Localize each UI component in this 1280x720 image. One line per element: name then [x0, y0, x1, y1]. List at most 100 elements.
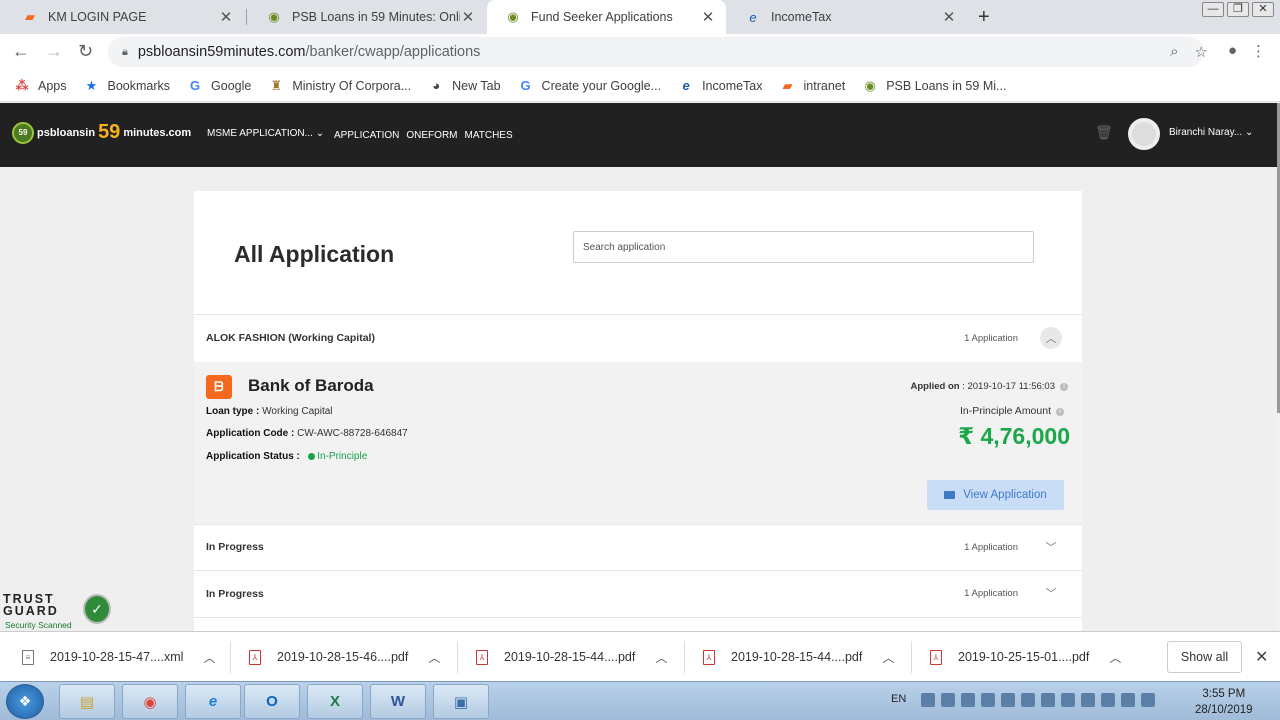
- top-nav: APPLICATION ONEFORM MATCHES: [334, 130, 513, 141]
- download-item[interactable]: ⅄ 2019-10-28-15-44....pdf ︿: [476, 632, 667, 682]
- xml-file-icon: ≡: [22, 649, 34, 665]
- trustguard-badge[interactable]: TRUST GUARD Security Scanned ✓: [0, 592, 118, 632]
- application-group-header[interactable]: In Progress 1 Application ﹀: [194, 524, 1082, 571]
- application-group-header[interactable]: ALOK FASHION (Working Capital) 1 Applica…: [194, 314, 1082, 362]
- download-filename: 2019-10-28-15-47....xml: [50, 650, 184, 664]
- nav-application[interactable]: APPLICATION: [334, 130, 399, 141]
- bookmark-star-icon[interactable]: ☆: [1195, 43, 1208, 61]
- divider: [457, 641, 458, 673]
- bookmark-create-google[interactable]: G Create your Google...: [518, 78, 661, 94]
- profile-icon[interactable]: ●: [1228, 42, 1237, 60]
- flag-icon[interactable]: [1101, 693, 1115, 707]
- tray-app-icon[interactable]: [961, 693, 975, 707]
- nav-matches[interactable]: MATCHES: [465, 130, 513, 141]
- chrome-icon[interactable]: ◉: [122, 684, 178, 719]
- avatar[interactable]: [1128, 118, 1160, 150]
- application-group-header[interactable]: [194, 617, 1082, 631]
- bookmark-intranet[interactable]: ▰ intranet: [780, 78, 846, 94]
- tray-app-icon[interactable]: [1121, 693, 1135, 707]
- excel-icon[interactable]: X: [307, 684, 363, 719]
- maximize-icon[interactable]: ❐: [1227, 2, 1249, 17]
- bookmark-ministry[interactable]: ♜ Ministry Of Corpora...: [268, 77, 412, 94]
- chevron-up-icon[interactable]: ︿: [1109, 649, 1121, 666]
- tab-title: IncomeTax: [771, 10, 832, 24]
- apps-grid-icon: ⁂: [15, 77, 29, 93]
- volume-icon[interactable]: [1061, 693, 1075, 707]
- download-item[interactable]: ⅄ 2019-10-28-15-46....pdf ︿: [249, 632, 440, 682]
- search-input[interactable]: [573, 231, 1034, 263]
- system-clock[interactable]: 3:55 PM 28/10/2019: [1195, 686, 1253, 718]
- download-item[interactable]: ≡ 2019-10-28-15-47....xml ︿: [22, 632, 215, 682]
- tray-app-icon[interactable]: [941, 693, 955, 707]
- bookmark-label: Bookmarks: [107, 78, 171, 93]
- tray-app-icon[interactable]: [1041, 693, 1055, 707]
- pdf-file-icon: ⅄: [703, 649, 715, 665]
- minimize-icon[interactable]: —: [1202, 2, 1224, 17]
- close-icon[interactable]: ✕: [700, 8, 716, 26]
- bookmark-google[interactable]: G Google: [187, 78, 251, 94]
- close-icon[interactable]: ✕: [941, 8, 957, 26]
- bookmarks-bar: ⁂ Apps ★ Bookmarks G Google ♜ Ministry Of Co…: [0, 70, 1280, 102]
- nav-oneform[interactable]: ONEFORM: [406, 130, 457, 141]
- back-icon[interactable]: ←: [12, 41, 30, 62]
- msme-application-dropdown[interactable]: MSME APPLICATION... ⌄: [207, 128, 324, 139]
- tray-app-icon[interactable]: [1141, 693, 1155, 707]
- tab-incometax[interactable]: e IncomeTax ✕: [727, 0, 967, 34]
- bookmark-incometax[interactable]: e IncomeTax: [678, 78, 762, 94]
- download-item[interactable]: ⅄ 2019-10-28-15-44....pdf ︿: [703, 632, 894, 682]
- chevron-up-icon[interactable]: ︿: [882, 649, 894, 666]
- applied-on: Applied on : 2019-10-17 11:56:03 i: [910, 381, 1068, 392]
- language-indicator[interactable]: EN: [891, 693, 906, 705]
- chevron-up-icon[interactable]: ︿: [1040, 327, 1062, 349]
- applications-panel: All Application ALOK FASHION (Working Ca…: [194, 191, 1082, 631]
- chevron-down-icon[interactable]: ﹀: [1040, 582, 1062, 604]
- info-icon[interactable]: i: [1056, 408, 1064, 416]
- tab-km-login[interactable]: ▰ KM LOGIN PAGE ✕: [4, 0, 244, 34]
- pdf-file-icon: ⅄: [930, 649, 942, 665]
- close-icon[interactable]: ✕: [1255, 647, 1268, 667]
- tab-psb-loans[interactable]: ◉ PSB Loans in 59 Minutes: Online ✕: [248, 0, 486, 34]
- window-close-icon[interactable]: ✕: [1252, 2, 1274, 17]
- info-icon[interactable]: i: [1060, 383, 1068, 391]
- address-bar[interactable]: 🔒︎ psbloansin59minutes.com/banker/cwapp/…: [108, 37, 1204, 67]
- internet-explorer-icon[interactable]: e: [185, 684, 241, 719]
- new-tab-icon[interactable]: +: [978, 6, 990, 29]
- tab-fund-seeker[interactable]: ◉ Fund Seeker Applications ✕: [487, 0, 726, 34]
- user-menu[interactable]: Biranchi Naray... ⌄: [1169, 127, 1253, 138]
- menu-icon[interactable]: ⋮: [1251, 42, 1266, 60]
- tray-app-icon[interactable]: [921, 693, 935, 707]
- chevron-down-icon[interactable]: ﹀: [1040, 536, 1062, 558]
- bookmark-apps[interactable]: ⁂ Apps: [14, 77, 66, 94]
- site-logo[interactable]: 59 psbloansin 59 minutes.com: [12, 121, 191, 144]
- view-application-button[interactable]: View Application: [927, 480, 1064, 510]
- word-icon[interactable]: W: [370, 684, 426, 719]
- bookmark-bookmarks[interactable]: ★ Bookmarks: [84, 78, 171, 94]
- close-icon[interactable]: ✕: [218, 8, 234, 26]
- tray-app-icon[interactable]: [1021, 693, 1035, 707]
- emblem-icon: ♜: [270, 77, 283, 93]
- close-icon[interactable]: ✕: [460, 8, 476, 26]
- bookmark-psb[interactable]: ◉ PSB Loans in 59 Mi...: [862, 78, 1007, 94]
- show-all-button[interactable]: Show all: [1167, 641, 1242, 673]
- loan-type-label: Loan type :: [206, 406, 260, 417]
- lock-icon: 🔒︎: [122, 45, 128, 58]
- trash-icon[interactable]: 🗑︎: [1095, 124, 1113, 141]
- download-item[interactable]: ⅄ 2019-10-25-15-01....pdf ︿: [930, 632, 1121, 682]
- zoom-icon[interactable]: ⌕: [1170, 43, 1178, 61]
- network-icon[interactable]: [1081, 693, 1095, 707]
- chevron-up-icon[interactable]: ︿: [428, 649, 440, 666]
- application-group-header[interactable]: In Progress 1 Application ﹀: [194, 570, 1082, 617]
- start-button[interactable]: ❖: [6, 684, 44, 719]
- code-value: CW-AWC-88728-646847: [297, 428, 408, 439]
- bank-name: Bank of Baroda: [248, 376, 374, 395]
- explorer-icon[interactable]: ▤: [59, 684, 115, 719]
- outlook-icon[interactable]: O: [244, 684, 300, 719]
- tray-app-icon[interactable]: [981, 693, 995, 707]
- chevron-up-icon[interactable]: ︿: [203, 649, 215, 666]
- bookmark-newtab[interactable]: ◕ New Tab: [428, 78, 500, 94]
- forward-icon[interactable]: →: [45, 41, 63, 62]
- reload-icon[interactable]: ↻: [78, 41, 93, 62]
- tray-app-icon[interactable]: [1001, 693, 1015, 707]
- chevron-up-icon[interactable]: ︿: [655, 649, 667, 666]
- remote-desktop-icon[interactable]: ▣: [433, 684, 489, 719]
